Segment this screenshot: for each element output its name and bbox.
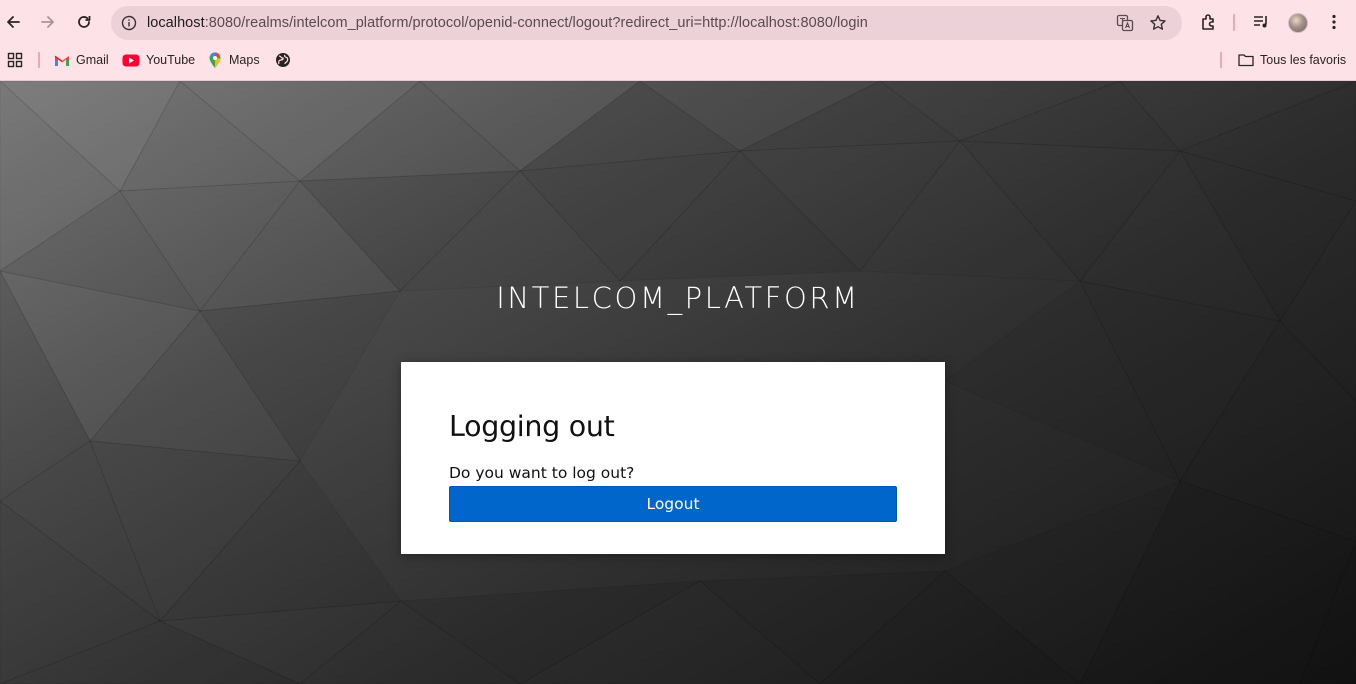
bookmarks-bar: Gmail YouTube Maps Tous les favoris bbox=[0, 47, 1356, 73]
all-bookmarks-folder[interactable]: Tous les favoris bbox=[1238, 49, 1346, 71]
folder-icon bbox=[1238, 52, 1254, 68]
bookmark-gmail[interactable]: Gmail bbox=[54, 49, 109, 71]
apps-grid-icon bbox=[7, 52, 23, 68]
bookmarks-divider bbox=[38, 52, 40, 68]
bookmark-globe[interactable] bbox=[275, 49, 297, 71]
browser-toolbar: localhost:8080/realms/intelcom_platform/… bbox=[0, 0, 1356, 44]
maps-icon bbox=[207, 52, 223, 68]
apps-button[interactable] bbox=[7, 49, 29, 71]
back-button[interactable] bbox=[0, 9, 26, 35]
toolbar-divider bbox=[1233, 14, 1235, 31]
address-url[interactable]: localhost:8080/realms/intelcom_platform/… bbox=[147, 15, 868, 31]
youtube-icon bbox=[122, 52, 140, 68]
gmail-icon bbox=[54, 52, 70, 68]
url-path: :8080/realms/intelcom_platform/protocol/… bbox=[204, 15, 868, 31]
site-info-icon[interactable] bbox=[119, 13, 139, 33]
bookmark-label: Maps bbox=[229, 53, 260, 67]
extensions-icon[interactable] bbox=[1198, 11, 1220, 33]
arrow-left-icon bbox=[7, 16, 20, 28]
bookmark-label: Gmail bbox=[76, 53, 109, 67]
browser-chrome: localhost:8080/realms/intelcom_platform/… bbox=[0, 0, 1356, 81]
all-bookmarks-label: Tous les favoris bbox=[1260, 53, 1347, 67]
card-title: Logging out bbox=[449, 410, 615, 443]
bookmarks-divider bbox=[1220, 52, 1222, 68]
globe-icon bbox=[275, 52, 291, 68]
bookmark-maps[interactable]: Maps bbox=[207, 49, 260, 71]
forward-button[interactable] bbox=[35, 9, 61, 35]
address-bar[interactable]: localhost:8080/realms/intelcom_platform/… bbox=[111, 6, 1182, 40]
realm-title: INTELCOM_PLATFORM bbox=[496, 281, 860, 315]
bookmark-label: YouTube bbox=[146, 53, 196, 67]
media-control-icon[interactable] bbox=[1250, 11, 1272, 33]
profile-avatar[interactable] bbox=[1288, 13, 1308, 33]
logout-card: Logging out Do you want to log out? Logo… bbox=[401, 362, 945, 554]
menu-kebab-icon[interactable] bbox=[1323, 11, 1345, 33]
keycloak-page: INTELCOM_PLATFORM Logging out Do you wan… bbox=[0, 81, 1356, 684]
translate-icon[interactable] bbox=[1115, 13, 1135, 33]
reload-button[interactable] bbox=[71, 9, 97, 35]
logout-question: Do you want to log out? bbox=[449, 464, 635, 482]
reload-icon bbox=[78, 16, 91, 28]
bookmark-star-icon[interactable] bbox=[1148, 13, 1168, 33]
bookmark-youtube[interactable]: YouTube bbox=[122, 49, 195, 71]
logout-button[interactable]: Logout bbox=[449, 486, 897, 522]
url-host: localhost bbox=[147, 15, 205, 31]
arrow-right-icon bbox=[41, 16, 54, 28]
